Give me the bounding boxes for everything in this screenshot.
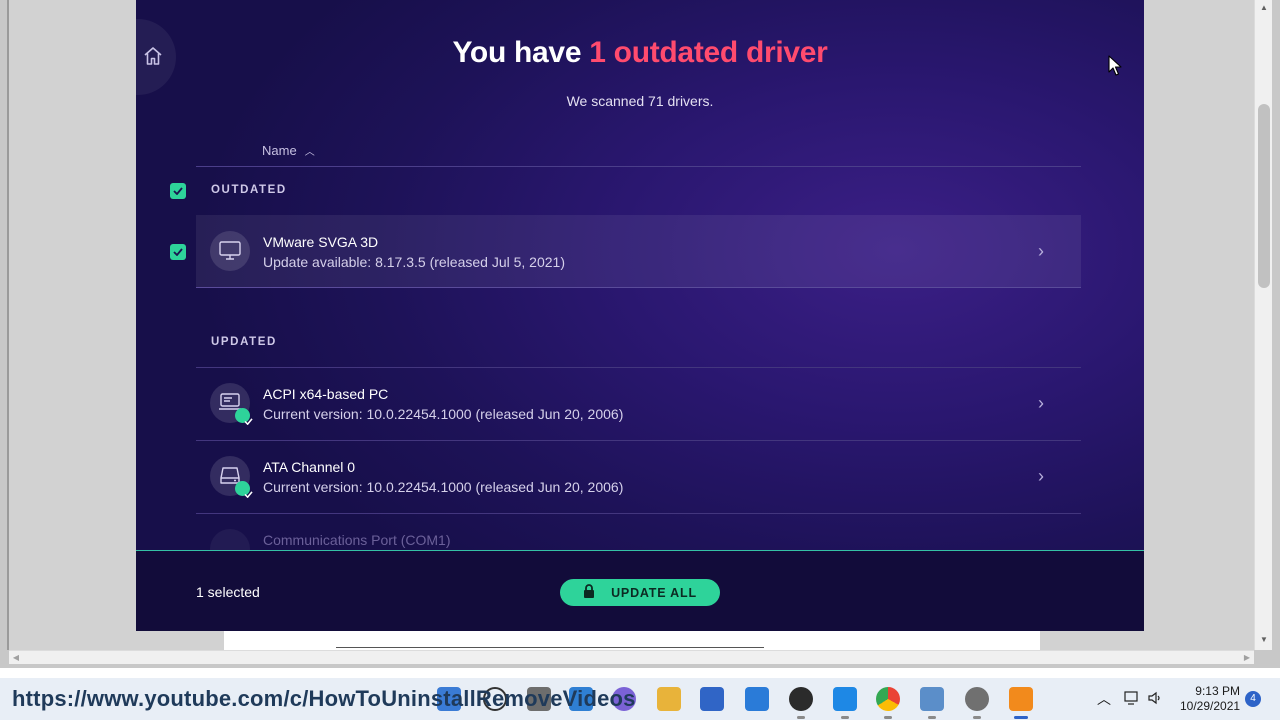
selection-count: 1 selected (196, 584, 260, 600)
page-title: You have 1 outdated driver (136, 36, 1144, 70)
monitor-icon (219, 241, 241, 260)
horizontal-scrollbar[interactable]: ◀ ▶ (9, 650, 1254, 664)
volume-icon[interactable] (1147, 690, 1163, 720)
running-indicator (884, 716, 892, 719)
chrome-icon[interactable] (876, 687, 900, 711)
action-footer: 1 selected UPDATE ALL (136, 550, 1144, 631)
driver-update-info: Update available: 8.17.3.5 (released Jul… (263, 254, 565, 270)
windows-taskbar: https://www.youtube.com/c/HowToUninstall… (0, 678, 1280, 720)
scrollbar-thumb[interactable] (1258, 104, 1270, 288)
scroll-left-arrow-icon[interactable]: ◀ (9, 651, 23, 665)
name-column-header[interactable]: Name ︿ (262, 143, 315, 158)
messenger-icon[interactable] (833, 687, 857, 711)
mail-icon[interactable] (745, 687, 769, 711)
driver-row-ata-channel[interactable]: ATA Channel 0 Current version: 10.0.2245… (196, 440, 1081, 513)
driver-icon-wrap (210, 231, 250, 271)
driver-checkbox[interactable] (170, 244, 186, 260)
driver-icon-wrap (210, 383, 253, 425)
page-content-strip (224, 631, 1040, 650)
header-divider (196, 166, 1081, 167)
mouse-pointer-icon (1108, 55, 1122, 82)
clock-time: 9:13 PM (1195, 684, 1240, 698)
clock-date: 10/29/2021 (1180, 699, 1241, 713)
scroll-right-arrow-icon[interactable]: ▶ (1240, 651, 1254, 665)
system-clock[interactable]: 9:13 PM 10/29/2021 (1180, 684, 1240, 714)
lock-icon (583, 584, 595, 601)
update-all-label: UPDATE ALL (611, 585, 697, 600)
driver-updater-panel: You have 1 outdated driver We scanned 71… (136, 0, 1144, 631)
driver-icon-wrap (210, 456, 253, 498)
driver-name: ATA Channel 0 (263, 459, 356, 475)
chevron-right-icon[interactable]: › (1038, 393, 1044, 414)
update-all-button[interactable]: UPDATE ALL (560, 579, 720, 606)
name-column-label: Name (262, 143, 297, 158)
checkmark-icon (173, 248, 183, 256)
select-all-outdated-checkbox[interactable] (170, 183, 186, 199)
title-prefix: You have (452, 36, 590, 69)
updated-section-label: UPDATED (211, 336, 277, 348)
row-divider (196, 440, 1081, 441)
browser-window: ▲ ▼ ◀ ▶ You have 1 outdated driver We sc… (0, 0, 1280, 668)
settings-gear-icon[interactable] (965, 687, 989, 711)
running-indicator (797, 716, 805, 719)
row-divider (196, 367, 1081, 368)
channel-url-overlay: https://www.youtube.com/c/HowToUninstall… (12, 686, 636, 711)
running-indicator (841, 716, 849, 719)
driver-row-vmware-svga[interactable]: VMware SVGA 3D Update available: 8.17.3.… (196, 215, 1081, 288)
running-indicator (928, 716, 936, 719)
scan-summary: We scanned 71 drivers. (566, 93, 714, 109)
active-indicator (1014, 716, 1028, 719)
driver-updater-app-icon[interactable] (1009, 687, 1033, 711)
driver-name: ACPI x64-based PC (263, 386, 389, 402)
outdated-count: 1 outdated driver (589, 36, 828, 69)
driver-row-acpi[interactable]: ACPI x64-based PC Current version: 10.0.… (196, 367, 1081, 440)
chevron-right-icon[interactable]: › (1038, 466, 1044, 487)
media-player-icon[interactable] (789, 687, 813, 711)
driver-version-info: Current version: 10.0.22454.1000 (releas… (263, 479, 624, 495)
notification-badge[interactable]: 4 (1245, 691, 1261, 707)
store-icon[interactable] (700, 687, 724, 711)
vertical-scrollbar[interactable]: ▲ ▼ (1254, 0, 1272, 650)
driver-name: VMware SVGA 3D (263, 234, 379, 250)
row-divider (196, 513, 1081, 514)
driver-version-info: Current version: 10.0.22454.1000 (releas… (263, 406, 624, 422)
sort-ascending-icon: ︿ (304, 147, 315, 158)
driver-name: Communications Port (COM1) (263, 532, 451, 548)
up-to-date-badge-icon (235, 408, 253, 425)
scroll-up-arrow-icon[interactable]: ▲ (1255, 0, 1273, 16)
chevron-right-icon[interactable]: › (1038, 241, 1044, 262)
driver-row-com-port[interactable]: Communications Port (COM1) (196, 513, 1081, 569)
chevron-up-icon[interactable]: ︿ (1097, 689, 1111, 720)
scroll-down-arrow-icon[interactable]: ▼ (1255, 632, 1273, 648)
file-explorer-icon[interactable] (657, 687, 681, 711)
checkmark-icon (173, 187, 183, 195)
performance-monitor-icon[interactable] (920, 687, 944, 711)
page-rule (336, 647, 764, 648)
running-indicator (973, 716, 981, 719)
network-icon[interactable] (1124, 690, 1140, 720)
outdated-section-label: OUTDATED (211, 184, 287, 196)
up-to-date-badge-icon (235, 481, 253, 498)
